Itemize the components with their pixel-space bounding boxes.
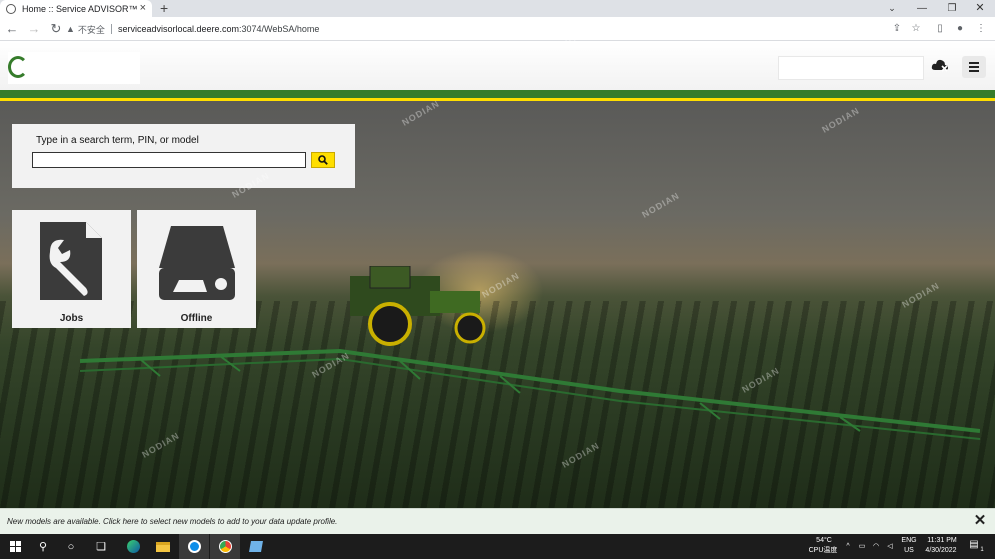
minimize-button[interactable]: — (907, 0, 937, 17)
offline-tile[interactable]: Offline (137, 210, 256, 328)
john-deere-logo[interactable] (8, 52, 140, 84)
battery-icon[interactable]: ▭ (856, 542, 868, 551)
clock-time[interactable]: 11:31 PM (922, 536, 962, 545)
back-arrow-icon[interactable]: ← (2, 19, 22, 39)
browser-tab-strip: Home :: Service ADVISOR™ × + ⌄ — ❐ ✕ (0, 0, 995, 17)
browser-menu-icon[interactable]: ⋮ (972, 20, 990, 38)
tab-title: Home :: Service ADVISOR™ (22, 3, 138, 14)
notification-close-icon[interactable]: ✕ (972, 513, 988, 529)
teamviewer-icon[interactable] (179, 534, 209, 559)
forward-arrow-icon[interactable]: → (24, 19, 44, 39)
search-input[interactable] (32, 152, 306, 168)
windows-start-icon[interactable] (0, 534, 30, 559)
search-button[interactable] (311, 152, 335, 168)
edge-browser-icon[interactable] (118, 534, 148, 559)
side-panel-icon[interactable]: ▯ (931, 20, 949, 38)
search-icon (318, 155, 328, 165)
cpu-temp-label: CPU温度 (808, 547, 838, 554)
deer-logo-icon (8, 56, 28, 78)
wifi-icon[interactable]: ◠ (870, 542, 882, 551)
share-icon[interactable]: ⇪ (888, 20, 906, 38)
reload-icon[interactable]: ↻ (46, 19, 66, 39)
browser-toolbar: ← → ↻ ▲ 不安全 serviceadvisorlocal.deere.co… (0, 17, 995, 41)
url-text: serviceadvisorlocal.deere.com:3074/WebSA… (118, 24, 319, 34)
language-indicator[interactable]: ENG (899, 536, 919, 545)
speaker-icon[interactable]: ◁ (884, 542, 896, 551)
header-green-stripe (0, 90, 995, 98)
browser-tab[interactable]: Home :: Service ADVISOR™ × (0, 0, 152, 17)
search-label: Type in a search term, PIN, or model (36, 135, 199, 146)
search-icon[interactable]: ⚲ (28, 534, 58, 559)
window-close-button[interactable]: ✕ (965, 0, 995, 17)
notification-text[interactable]: New models are available. Click here to … (7, 517, 337, 526)
insecure-label: 不安全 (77, 24, 105, 35)
header-search-box[interactable] (778, 56, 924, 80)
hamburger-menu-icon[interactable] (962, 56, 986, 78)
clock-date[interactable]: 4/30/2022 (920, 546, 962, 555)
task-view-icon[interactable]: ❏ (86, 534, 116, 559)
temperature-readout: 54°C (816, 537, 832, 544)
windows-taskbar: ⚲ ○ ❏ 54°C CPU温度 ^ ▭ ◠ ◁ ENG US 11:31 PM… (0, 534, 995, 559)
cortana-icon[interactable]: ○ (56, 534, 86, 559)
region-indicator[interactable]: US (899, 546, 919, 555)
app-window-icon[interactable] (241, 534, 271, 559)
sprayer-boom-illustration (80, 348, 980, 440)
notification-bar[interactable]: New models are available. Click here to … (0, 508, 995, 534)
tray-chevron-up-icon[interactable]: ^ (842, 542, 854, 551)
offline-label: Offline (180, 313, 213, 324)
globe-icon (6, 3, 16, 14)
new-tab-button[interactable]: + (160, 0, 168, 17)
maximize-button[interactable]: ❐ (937, 0, 967, 17)
document-wrench-icon (40, 222, 102, 300)
search-panel: Type in a search term, PIN, or model (12, 124, 355, 188)
url-host: serviceadvisorlocal.deere.com (117, 24, 239, 34)
notification-count-badge: 1 (980, 547, 984, 553)
app-header (0, 42, 995, 90)
url-path: :3074/WebSA/home (239, 24, 320, 34)
jobs-tile[interactable]: Jobs (12, 210, 131, 328)
warning-icon[interactable]: ▲ (66, 24, 75, 34)
tab-close-button[interactable]: × (140, 3, 146, 14)
omnibox-divider (110, 24, 112, 34)
cloud-offline-icon[interactable] (930, 58, 950, 76)
jobs-label: Jobs (59, 313, 84, 324)
profile-avatar-icon[interactable]: ● (951, 20, 969, 38)
tab-search-chevron-icon[interactable]: ⌄ (877, 0, 907, 17)
chrome-icon[interactable] (210, 534, 240, 559)
bookmark-star-icon[interactable]: ☆ (907, 20, 925, 38)
hard-drive-icon (159, 226, 235, 300)
file-explorer-icon[interactable] (148, 534, 178, 559)
address-bar[interactable]: ▲ 不安全 serviceadvisorlocal.deere.com:3074… (66, 20, 926, 38)
